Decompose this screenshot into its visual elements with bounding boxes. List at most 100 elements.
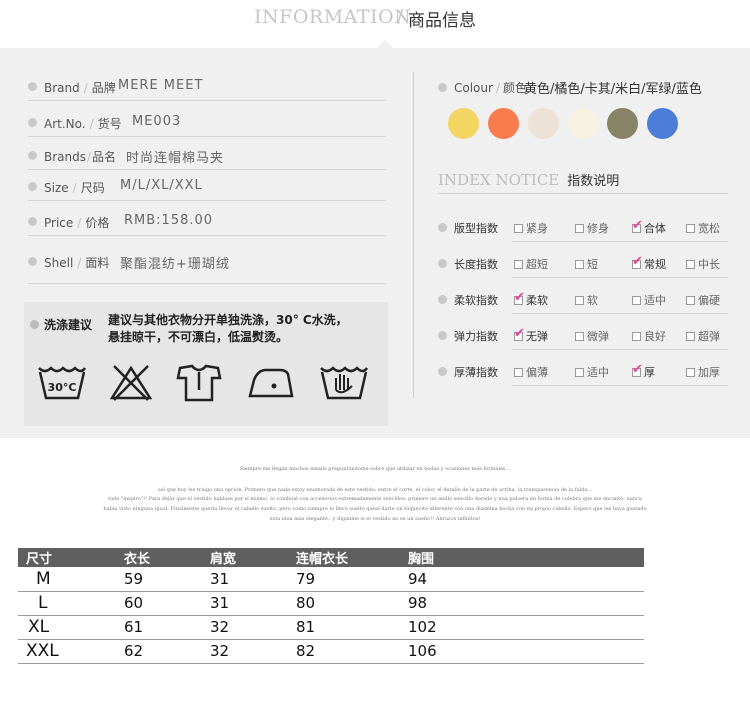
checked-checkbox[interactable] bbox=[514, 326, 525, 341]
index-option[interactable]: 中长 bbox=[686, 256, 720, 272]
row-divider bbox=[512, 349, 728, 350]
checked-checkbox[interactable] bbox=[632, 254, 643, 269]
index-option[interactable]: 超弹 bbox=[686, 328, 720, 344]
checkbox[interactable] bbox=[575, 332, 584, 341]
header-shoulder: 肩宽 bbox=[196, 548, 280, 567]
index-option-label: 厚 bbox=[644, 366, 655, 379]
swatch-orange[interactable] bbox=[488, 108, 519, 139]
checkbox[interactable] bbox=[686, 224, 695, 233]
info-label-cn: 尺码 bbox=[80, 181, 105, 195]
index-option[interactable]: 适中 bbox=[575, 364, 609, 380]
paragraph-line: así que hoy les traigo una opción. Prime… bbox=[157, 487, 593, 493]
index-row-label: 长度指数 bbox=[454, 258, 498, 271]
row-divider bbox=[28, 235, 386, 236]
info-label-en: Art.No. bbox=[44, 117, 86, 131]
index-option[interactable]: 合体 bbox=[632, 218, 666, 236]
index-option-label: 适中 bbox=[587, 366, 609, 379]
info-label-cn: 品名 bbox=[92, 150, 117, 164]
checkbox[interactable] bbox=[514, 260, 523, 269]
index-option[interactable]: 偏硬 bbox=[686, 292, 720, 308]
checkbox[interactable] bbox=[686, 368, 695, 377]
hand-wash-icon bbox=[320, 366, 369, 400]
checkbox[interactable] bbox=[575, 224, 584, 233]
swatch-army-green[interactable] bbox=[607, 108, 638, 139]
bullet-dot bbox=[438, 367, 447, 376]
row-divider bbox=[28, 136, 386, 137]
info-label-cn: 货号 bbox=[97, 117, 122, 131]
checkbox[interactable] bbox=[575, 368, 584, 377]
vertical-divider bbox=[413, 72, 414, 398]
index-option[interactable]: 软 bbox=[575, 292, 598, 308]
index-option[interactable]: 微弹 bbox=[575, 328, 609, 344]
info-value: ME003 bbox=[132, 114, 182, 129]
index-option[interactable]: 柔软 bbox=[514, 290, 548, 308]
index-option[interactable]: 厚 bbox=[632, 362, 655, 380]
index-option[interactable]: 紧身 bbox=[514, 220, 548, 236]
row-divider bbox=[512, 385, 728, 386]
paragraph-line: esta idea más elegante.. y díganme si el… bbox=[269, 516, 481, 522]
index-option[interactable]: 常规 bbox=[632, 254, 666, 272]
index-notice-title: INDEX NOTICE 指数说明 bbox=[438, 170, 619, 189]
index-option[interactable]: 超短 bbox=[514, 256, 548, 272]
bullet-dot bbox=[438, 259, 447, 268]
section-header: INFORMATION / 商品信息 bbox=[0, 0, 750, 48]
swatch-yellow[interactable] bbox=[448, 108, 479, 139]
index-option[interactable]: 修身 bbox=[575, 220, 609, 236]
table-cell: 106 bbox=[392, 639, 644, 664]
table-cell: 31 bbox=[196, 567, 280, 592]
checkbox[interactable] bbox=[686, 296, 695, 305]
index-row-label: 厚薄指数 bbox=[454, 366, 498, 379]
index-option-label: 偏薄 bbox=[526, 366, 548, 379]
index-option-label: 微弹 bbox=[587, 330, 609, 343]
index-option[interactable]: 适中 bbox=[632, 292, 666, 308]
colour-values: 黄色/橘色/卡其/米白/军绿/蓝色 bbox=[524, 82, 702, 97]
index-option[interactable]: 无弹 bbox=[514, 326, 548, 344]
index-option[interactable]: 宽松 bbox=[686, 220, 720, 236]
checkbox[interactable] bbox=[514, 224, 523, 233]
swatch-off-white[interactable] bbox=[568, 108, 599, 139]
index-option[interactable]: 偏薄 bbox=[514, 364, 548, 380]
index-title-divider bbox=[438, 193, 728, 194]
iron-low-icon bbox=[248, 368, 294, 398]
bullet-dot bbox=[30, 320, 39, 329]
size-table: 尺寸 衣长 肩宽 连帽衣长 胸围 M 59 31 79 94 L 60 31 80 98 XL 61 3… bbox=[18, 548, 644, 664]
wash-title: 洗涤建议 bbox=[44, 318, 93, 332]
checkbox[interactable] bbox=[575, 296, 584, 305]
index-option[interactable]: 加厚 bbox=[686, 364, 720, 380]
info-value: 聚酯混纺+珊瑚绒 bbox=[120, 257, 230, 272]
info-label-en: Shell bbox=[44, 256, 74, 270]
size-cell: XL bbox=[18, 615, 110, 640]
checked-checkbox[interactable] bbox=[632, 218, 643, 233]
checkbox[interactable] bbox=[686, 260, 695, 269]
checkbox[interactable] bbox=[575, 260, 584, 269]
info-value: 时尚连帽棉马夹 bbox=[126, 151, 225, 166]
swatch-khaki[interactable] bbox=[528, 108, 559, 139]
checkbox[interactable] bbox=[632, 332, 641, 341]
index-row-label: 版型指数 bbox=[454, 222, 498, 235]
wash-temp-label: 30°C bbox=[48, 381, 77, 394]
checkbox[interactable] bbox=[632, 296, 641, 305]
index-option[interactable]: 短 bbox=[575, 256, 598, 272]
row-divider bbox=[28, 100, 386, 101]
bullet-dot bbox=[28, 257, 37, 266]
checkbox[interactable] bbox=[686, 332, 695, 341]
header-separator: / bbox=[397, 6, 404, 27]
checked-checkbox[interactable] bbox=[514, 290, 525, 305]
header-title-en: INFORMATION bbox=[254, 6, 412, 28]
paragraph-line: todo "inspiro"!! Para dejar que el vesti… bbox=[108, 496, 642, 502]
index-option-label: 无弹 bbox=[526, 330, 548, 343]
index-option-label: 紧身 bbox=[526, 222, 548, 235]
checkbox[interactable] bbox=[514, 368, 523, 377]
index-option-label: 常规 bbox=[644, 258, 666, 271]
index-row-label: 弹力指数 bbox=[454, 330, 498, 343]
colour-label-en: Colour bbox=[454, 81, 493, 95]
swatch-blue[interactable] bbox=[647, 108, 678, 139]
table-cell: 94 bbox=[392, 567, 644, 592]
size-cell: M bbox=[18, 567, 110, 592]
checked-checkbox[interactable] bbox=[632, 362, 643, 377]
bullet-dot bbox=[438, 223, 447, 232]
info-value: M/L/XL/XXL bbox=[120, 178, 203, 193]
index-option[interactable]: 良好 bbox=[632, 328, 666, 344]
no-bleach-icon bbox=[109, 365, 153, 401]
header-notch bbox=[377, 40, 393, 48]
